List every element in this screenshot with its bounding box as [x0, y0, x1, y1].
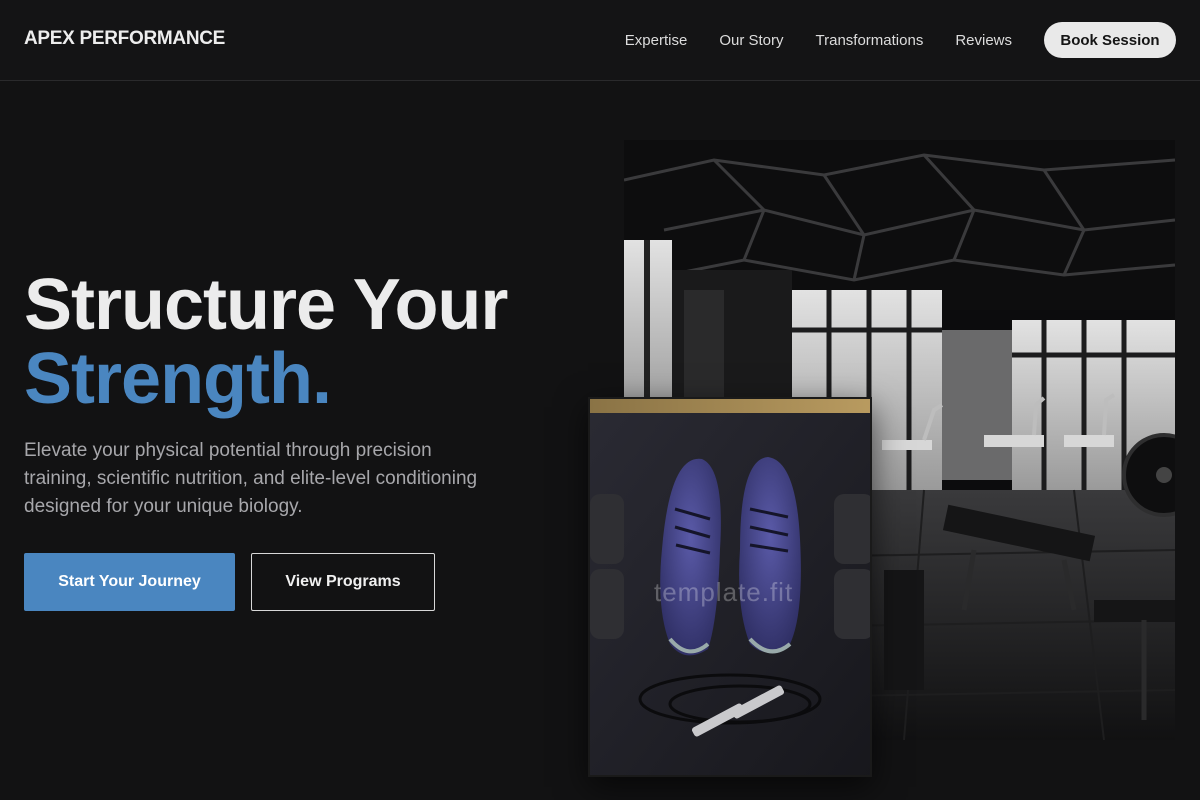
headline-line-1: Structure Your — [24, 265, 508, 345]
headline-line-2-accent: Strength. — [24, 339, 332, 419]
brand-logo[interactable]: APEX PERFORMANCE — [24, 28, 225, 50]
hero-headline: Structure Your Strength. — [24, 265, 508, 419]
running-shoes-image: template.fit — [588, 397, 872, 777]
nav-item-expertise[interactable]: Expertise — [625, 32, 688, 49]
nav-item-transformations[interactable]: Transformations — [816, 32, 924, 49]
start-journey-button[interactable]: Start Your Journey — [24, 553, 235, 611]
site-header: APEX PERFORMANCE Expertise Our Story Tra… — [0, 0, 1200, 81]
watermark-text: template.fit — [654, 577, 794, 607]
nav-item-reviews[interactable]: Reviews — [955, 32, 1012, 49]
hero-description: Elevate your physical potential through … — [24, 440, 478, 517]
view-programs-button[interactable]: View Programs — [251, 553, 435, 611]
book-session-button[interactable]: Book Session — [1044, 22, 1176, 58]
nav-item-our-story[interactable]: Our Story — [719, 32, 783, 49]
main-nav: Expertise Our Story Transformations Revi… — [625, 22, 1176, 58]
